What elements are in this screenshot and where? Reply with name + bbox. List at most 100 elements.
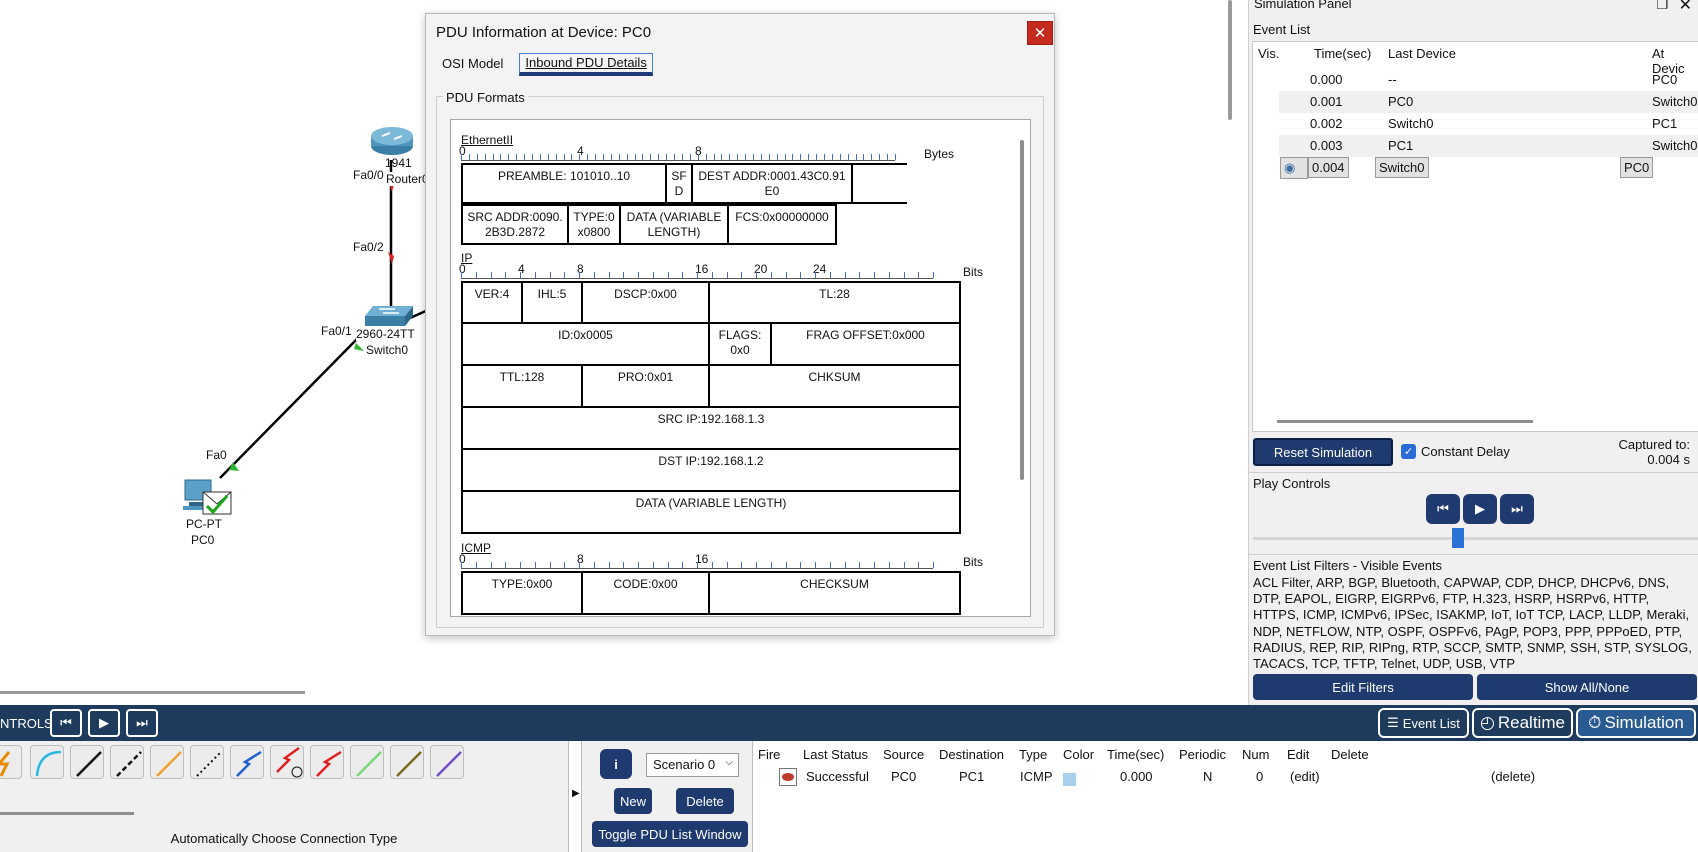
fire-button[interactable] bbox=[779, 768, 797, 786]
show-all-none-button[interactable]: Show All/None bbox=[1477, 674, 1697, 700]
event-row[interactable]: 0.000 -- PC0 bbox=[1279, 69, 1698, 91]
ruler-tick bbox=[652, 272, 654, 278]
delete-scenario-button[interactable]: Delete bbox=[676, 788, 734, 814]
bottom-step-forward-button[interactable]: ⏭ bbox=[126, 709, 158, 737]
step-back-button[interactable]: ⏮ bbox=[1426, 494, 1460, 524]
ruler-tick bbox=[638, 562, 639, 568]
event-time: 0.003 bbox=[1310, 138, 1343, 153]
ruler-tick bbox=[895, 154, 896, 160]
usb-cable-icon[interactable] bbox=[430, 745, 464, 779]
event-time: 0.002 bbox=[1310, 116, 1343, 131]
play-speed-slider-thumb[interactable] bbox=[1452, 528, 1465, 548]
col-num[interactable]: Num bbox=[1242, 747, 1269, 762]
serial-dte-icon[interactable] bbox=[310, 745, 344, 779]
constant-delay-checkbox[interactable]: ✓ bbox=[1401, 444, 1416, 459]
bottom-step-back-button[interactable]: ⏮ bbox=[50, 709, 82, 737]
pdu-list-table[interactable]: Fire Last Status Source Destination Type… bbox=[752, 741, 1698, 852]
captured-to-readout: Captured to: 0.004 s bbox=[1618, 437, 1690, 467]
col-time[interactable]: Time(sec) bbox=[1107, 747, 1164, 762]
list-icon: ☰ bbox=[1387, 715, 1399, 730]
event-row[interactable]: 0.002 Switch0 PC1 bbox=[1279, 113, 1698, 135]
ruler-tick bbox=[461, 154, 462, 160]
pdu-edit-link[interactable]: (edit) bbox=[1290, 769, 1320, 784]
simulation-mode-button[interactable]: ⏱ Simulation bbox=[1576, 708, 1696, 738]
toggle-pdu-list-button[interactable]: Toggle PDU List Window bbox=[592, 821, 748, 847]
play-button[interactable]: ▶ bbox=[1463, 494, 1497, 524]
ruler-tick bbox=[844, 272, 846, 278]
ruler-tick bbox=[726, 562, 728, 568]
col-delete[interactable]: Delete bbox=[1331, 747, 1369, 762]
col-fire[interactable]: Fire bbox=[758, 747, 780, 762]
event-list-toggle-button[interactable]: ☰ Event List bbox=[1378, 708, 1469, 738]
bottom-play-button[interactable]: ▶ bbox=[88, 709, 120, 737]
coaxial-icon[interactable] bbox=[230, 745, 264, 779]
router-icon[interactable] bbox=[370, 124, 414, 156]
col-type[interactable]: Type bbox=[1019, 747, 1047, 762]
octal-cable-icon[interactable] bbox=[350, 745, 384, 779]
copper-straight-through-icon[interactable] bbox=[70, 745, 104, 779]
ruler-tick bbox=[681, 154, 683, 160]
fiber-icon[interactable] bbox=[150, 745, 184, 779]
pdu-periodic: N bbox=[1203, 769, 1213, 784]
event-row[interactable]: 0.001 PC0 Switch0 bbox=[1279, 91, 1698, 113]
copper-cross-over-icon[interactable] bbox=[110, 745, 144, 779]
edit-filters-button[interactable]: Edit Filters bbox=[1253, 674, 1473, 700]
pdu-formats-scroll-area[interactable]: EthernetII 0 4 8 Bytes PREAMBLE: 101010.… bbox=[450, 119, 1031, 617]
scenario-info-button[interactable]: i bbox=[600, 749, 632, 779]
col-time[interactable]: Time(sec) bbox=[1314, 46, 1371, 61]
event-row-current[interactable]: ◉ 0.004 Switch0 PC0 bbox=[1279, 157, 1698, 179]
fire-icon bbox=[782, 773, 794, 781]
realtime-mode-button[interactable]: ◴ Realtime bbox=[1472, 708, 1573, 738]
pc-icon[interactable] bbox=[183, 478, 233, 516]
col-periodic[interactable]: Periodic bbox=[1179, 747, 1226, 762]
col-edit[interactable]: Edit bbox=[1287, 747, 1309, 762]
event-list-table[interactable]: Vis. Time(sec) Last Device At Devic 0.00… bbox=[1252, 41, 1698, 432]
auto-connection-icon[interactable] bbox=[0, 745, 22, 779]
ruler-tick bbox=[839, 154, 841, 160]
ruler-tick bbox=[492, 154, 494, 160]
switch-icon[interactable] bbox=[365, 300, 417, 328]
col-destination[interactable]: Destination bbox=[939, 747, 1004, 762]
tab-osi-model[interactable]: OSI Model bbox=[432, 53, 513, 76]
ruler-tick bbox=[815, 562, 816, 568]
ruler-tick bbox=[711, 562, 713, 568]
console-cable-icon[interactable] bbox=[30, 745, 64, 779]
step-back-icon: ⏮ bbox=[1437, 501, 1449, 516]
ruler-tick bbox=[760, 154, 762, 160]
simulation-toolbar: NTROLS: ⏮ ▶ ⏭ ☰ Event List ◴ Realtime ⏱ Sim… bbox=[0, 705, 1698, 741]
eye-icon[interactable]: ◉ bbox=[1280, 157, 1308, 179]
ruler-tick bbox=[608, 272, 610, 278]
scenario-select[interactable]: Scenario 0 ⌵ bbox=[646, 753, 739, 777]
step-forward-button[interactable]: ⏭ bbox=[1500, 494, 1534, 524]
phone-cable-icon[interactable] bbox=[190, 745, 224, 779]
new-scenario-button[interactable]: New bbox=[614, 788, 652, 814]
connection-horizontal-scrollbar[interactable] bbox=[0, 812, 134, 815]
col-vis[interactable]: Vis. bbox=[1258, 46, 1279, 61]
play-speed-slider[interactable] bbox=[1253, 537, 1698, 540]
event-list-horizontal-scrollbar[interactable] bbox=[1277, 420, 1533, 423]
ruler-tick bbox=[508, 154, 510, 160]
simulation-label: Simulation bbox=[1604, 713, 1684, 732]
router-name-label: Router0 bbox=[386, 172, 429, 186]
pdu-delete-link[interactable]: (delete) bbox=[1491, 769, 1535, 784]
event-row[interactable]: 0.003 PC1 Switch0 bbox=[1279, 135, 1698, 157]
iot-custom-cable-icon[interactable] bbox=[390, 745, 424, 779]
tab-inbound-pdu-details[interactable]: Inbound PDU Details bbox=[519, 53, 653, 76]
close-button[interactable]: ✕ bbox=[1027, 21, 1053, 45]
reset-simulation-button[interactable]: Reset Simulation bbox=[1253, 438, 1393, 466]
ruler-tick bbox=[608, 562, 610, 568]
col-source[interactable]: Source bbox=[883, 747, 924, 762]
col-color[interactable]: Color bbox=[1063, 747, 1094, 762]
col-last-status[interactable]: Last Status bbox=[803, 747, 868, 762]
panel-splitter[interactable]: ▶ bbox=[568, 741, 582, 852]
step-forward-icon: ⏭ bbox=[136, 715, 148, 730]
ruler-tick bbox=[638, 272, 639, 278]
close-panel-icon[interactable]: ✕ bbox=[1679, 0, 1692, 15]
col-last-device[interactable]: Last Device bbox=[1388, 46, 1456, 61]
ruler-tick bbox=[844, 562, 846, 568]
serial-dce-icon[interactable] bbox=[270, 745, 304, 779]
workspace-vertical-scrollbar[interactable] bbox=[1222, 0, 1238, 705]
pdu-vertical-scrollbar[interactable] bbox=[1020, 140, 1024, 480]
undock-icon[interactable]: ❐ bbox=[1656, 0, 1668, 13]
pdu-color-swatch bbox=[1063, 773, 1076, 786]
